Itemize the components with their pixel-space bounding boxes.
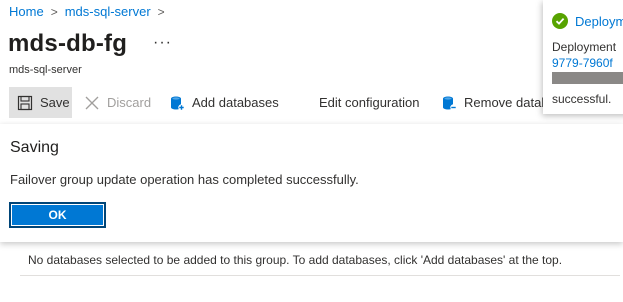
save-icon [17,95,33,111]
edit-configuration-label: Edit configuration [319,95,420,110]
breadcrumb-home-link[interactable]: Home [9,4,44,19]
dialog-message: Failover group update operation has comp… [10,172,359,187]
chevron-right-icon: > [157,4,165,19]
notification-text: Deployment [552,40,617,54]
ok-button[interactable]: OK [9,202,106,228]
breadcrumb-server-link[interactable]: mds-sql-server [65,4,151,19]
edit-configuration-button[interactable]: Edit configuration [319,87,419,118]
breadcrumb: Home > mds-sql-server > [9,4,172,19]
saving-dialog: Saving Failover group update operation h… [0,124,623,242]
notification-title: Deploym [575,14,623,29]
deployment-notification[interactable]: Deploym Deployment 9779-7960f successful… [543,0,623,114]
deployment-link[interactable]: 9779-7960f [552,56,613,70]
remove-databases-label: Remove datal [464,95,545,110]
empty-databases-note: No databases selected to be added to thi… [28,253,563,267]
more-options-icon[interactable]: ··· [153,34,172,52]
discard-label: Discard [107,95,152,110]
divider [20,275,620,276]
notification-status-text: successful. [552,92,612,106]
add-databases-label: Add databases [192,95,279,110]
save-label: Save [40,95,70,110]
page-title: mds-db-fg [8,30,128,57]
dialog-title: Saving [10,139,59,156]
remove-databases-button[interactable]: Remove datal [441,87,544,118]
database-remove-icon [441,95,457,111]
success-check-icon [552,13,568,29]
add-databases-button[interactable]: Add databases [169,87,279,118]
close-icon [84,95,100,111]
chevron-right-icon: > [50,4,58,19]
redacted-text [552,72,623,84]
page-subtitle: mds-sql-server [9,64,82,76]
save-button[interactable]: Save [9,87,72,118]
database-add-icon [169,95,185,111]
discard-button[interactable]: Discard [84,87,151,118]
